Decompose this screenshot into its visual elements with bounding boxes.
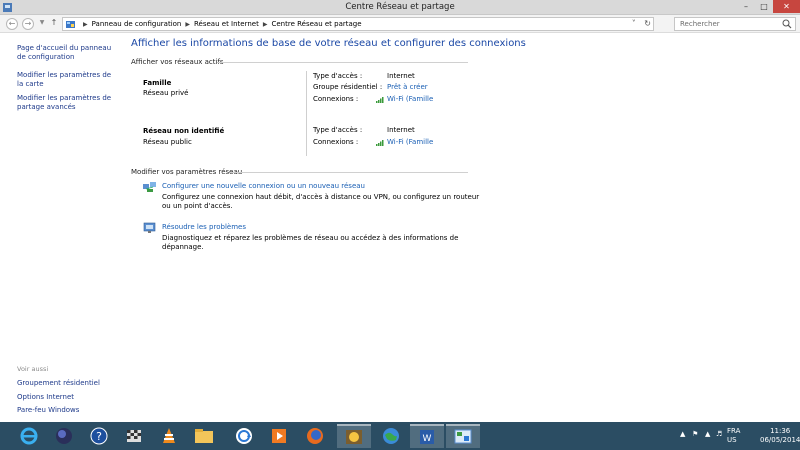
close-button[interactable]: ✕ (773, 0, 800, 13)
word-taskbar-icon[interactable]: W (410, 424, 444, 448)
setup-connection-link[interactable]: Configurer une nouvelle connexion ou un … (162, 182, 365, 190)
breadcrumb-separator-icon: ▶ (83, 20, 88, 28)
show-hidden-icons-chevron-icon[interactable]: ▲ (680, 430, 685, 438)
sidebar-link-sharing-settings[interactable]: Modifier les paramètres de partage avanc… (17, 94, 115, 112)
wifi-tray-icon[interactable]: ▲ (705, 430, 710, 438)
sidebar-link-homegroup[interactable]: Groupement résidentiel (17, 379, 115, 388)
search-placeholder: Rechercher (680, 20, 720, 28)
connection-link[interactable]: Wi-Fi (Famille (376, 95, 433, 103)
clock-time: 11:36 (770, 427, 791, 435)
search-icon[interactable] (782, 19, 792, 29)
sync-taskbar-icon[interactable] (227, 424, 261, 448)
control-panel-icon (66, 21, 75, 28)
access-type-value: Internet (387, 126, 415, 134)
connection-name[interactable]: Wi-Fi (Famille (387, 138, 433, 146)
title-bar: Centre Réseau et partage – □ ✕ (0, 0, 800, 15)
new-connection-icon (143, 182, 156, 192)
modify-settings-label: Modifier vos paramètres réseau (131, 168, 243, 176)
program-taskbar-icon[interactable] (337, 424, 371, 448)
language-code: FRA (727, 427, 741, 435)
homegroup-label: Groupe résidentiel : (313, 83, 383, 91)
access-type-value: Internet (387, 72, 415, 80)
address-row: ← → ▼ ↑ ▶ Panneau de configuration ▶ Rés… (0, 15, 800, 33)
connections-label: Connexions : (313, 95, 359, 103)
breadcrumb-control-panel[interactable]: Panneau de configuration (92, 20, 182, 28)
control-panel-taskbar-icon[interactable] (446, 424, 480, 448)
window-title: Centre Réseau et partage (345, 2, 455, 12)
forward-button[interactable]: → (22, 18, 34, 30)
see-also-label: Voir aussi (17, 365, 49, 373)
sidebar-link-adapter-settings[interactable]: Modifier les paramètres de la carte (17, 71, 115, 89)
breadcrumb: ▶ Panneau de configuration ▶ Réseau et I… (79, 20, 362, 28)
refresh-icon[interactable]: ↻ (644, 19, 651, 28)
breadcrumb-separator-icon[interactable]: ▶ (263, 21, 268, 28)
back-button[interactable]: ← (6, 18, 18, 30)
address-bar[interactable]: ▶ Panneau de configuration ▶ Réseau et I… (62, 17, 654, 31)
recent-pages-chevron-icon[interactable]: ▼ (38, 18, 46, 30)
wifi-signal-icon (376, 139, 384, 146)
svg-text:W: W (423, 434, 432, 444)
network-type-link[interactable]: Réseau public (143, 138, 192, 146)
internet-explorer-taskbar-icon[interactable] (12, 424, 46, 448)
keyboard-layout: US (727, 436, 737, 444)
input-language[interactable]: FRA US (727, 427, 740, 445)
page-title: Afficher les informations de base de vot… (131, 38, 526, 49)
sidebar-link-firewall[interactable]: Pare-feu Windows (17, 406, 115, 415)
vlc-taskbar-icon[interactable] (152, 424, 186, 448)
minimize-button[interactable]: – (737, 0, 755, 13)
file-explorer-taskbar-icon[interactable] (187, 424, 221, 448)
wifi-signal-icon (376, 96, 384, 103)
media-taskbar-icon[interactable] (262, 424, 296, 448)
breadcrumb-network-internet[interactable]: Réseau et Internet (194, 20, 259, 28)
maximize-button[interactable]: □ (755, 0, 773, 13)
section-divider (217, 62, 468, 63)
firefox-taskbar-icon[interactable] (298, 424, 332, 448)
volume-icon[interactable]: ♬ (716, 430, 722, 438)
flags-taskbar-icon[interactable] (117, 424, 151, 448)
section-divider (230, 172, 468, 173)
connection-link[interactable]: Wi-Fi (Famille (376, 138, 433, 146)
access-type-label: Type d'accès : (313, 126, 363, 134)
left-pane: Page d'accueil du panneau de configurati… (0, 34, 120, 422)
active-networks-label: Afficher vos réseaux actifs (131, 58, 224, 66)
network-type-link[interactable]: Réseau privé (143, 89, 188, 97)
task-description: Configurez une connexion haut débit, d'a… (162, 193, 480, 210)
connections-label: Connexions : (313, 138, 359, 146)
svg-text:?: ? (96, 430, 102, 443)
troubleshoot-icon (143, 222, 156, 233)
sidebar-link-control-panel-home[interactable]: Page d'accueil du panneau de configurati… (17, 44, 115, 62)
globe-taskbar-icon[interactable] (374, 424, 408, 448)
taskbar: ? W ▲ ⚑ ▲ ♬ FRA US 11:36 06/05/2014 (0, 422, 800, 450)
sidebar-link-internet-options[interactable]: Options Internet (17, 393, 115, 402)
up-arrow-icon[interactable]: ↑ (49, 18, 59, 30)
network-name: Réseau non identifié (143, 127, 225, 135)
network-name: Famille (143, 79, 172, 87)
access-type-label: Type d'accès : (313, 72, 363, 80)
dropdown-chevron-icon[interactable]: ˅ (632, 19, 636, 28)
firefox-nightly-taskbar-icon[interactable] (47, 424, 81, 448)
notification-flag-icon[interactable]: ⚑ (692, 430, 698, 438)
clock[interactable]: 11:36 06/05/2014 (760, 427, 800, 445)
troubleshoot-link[interactable]: Résoudre les problèmes (162, 223, 246, 231)
task-description: Diagnostiquez et réparez les problèmes d… (162, 234, 459, 251)
clock-date: 06/05/2014 (760, 436, 800, 444)
address-tools: ˅ ↻ (626, 19, 651, 28)
network-divider (306, 118, 307, 156)
homegroup-link[interactable]: Prêt à créer (387, 83, 428, 91)
help-taskbar-icon[interactable]: ? (82, 424, 116, 448)
connection-name[interactable]: Wi-Fi (Famille (387, 95, 433, 103)
breadcrumb-network-center[interactable]: Centre Réseau et partage (271, 20, 361, 28)
search-input[interactable]: Rechercher (674, 17, 796, 31)
breadcrumb-separator-icon[interactable]: ▶ (185, 21, 190, 28)
